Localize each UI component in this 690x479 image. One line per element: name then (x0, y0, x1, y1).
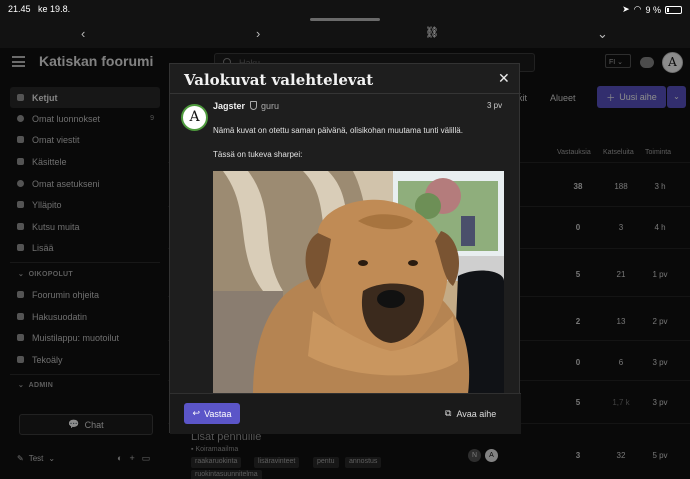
post-user-group[interactable]: guru (261, 101, 279, 111)
status-time: 21.45 (8, 4, 31, 14)
back-icon[interactable]: ‹ (81, 26, 85, 41)
modal-divider (170, 93, 521, 94)
reply-icon: ↩ (192, 408, 201, 418)
status-bar: 21.45 ke 19.8. ➤ ◠ 9 % (0, 0, 690, 18)
browser-bar: ‹ › ⛓ ⌄ (0, 22, 690, 48)
post-username[interactable]: Jagster (213, 101, 245, 111)
avatar[interactable]: A (181, 104, 208, 131)
post-date[interactable]: 3 pv (487, 101, 502, 110)
link-icon[interactable]: ⛓ (425, 26, 439, 39)
dog-photo-illustration (213, 171, 504, 394)
status-date: ke 19.8. (38, 4, 71, 14)
post-paragraph: Tässä on tukeva sharpei: (213, 150, 303, 159)
open-topic-link[interactable]: ⧉ Avaa aihe (445, 408, 496, 419)
battery-icon (665, 5, 682, 14)
location-icon: ➤ (622, 4, 630, 14)
modal-title: Valokuvat valehtelevat (184, 71, 374, 89)
modal-footer: ↩ Vastaa ⧉ Avaa aihe (170, 393, 521, 434)
dog-photo[interactable] (213, 171, 504, 394)
topic-preview-modal: Valokuvat valehtelevat ✕ A Jagster guru … (169, 63, 521, 434)
wifi-icon: ◠ (633, 4, 642, 14)
external-link-icon: ⧉ (445, 408, 452, 418)
reply-button[interactable]: ↩ Vastaa (184, 403, 240, 424)
post-paragraph: Nämä kuvat on otettu saman päivänä, olis… (213, 126, 463, 135)
shield-icon (250, 101, 257, 110)
close-icon[interactable]: ✕ (498, 70, 510, 87)
multitask-grabber[interactable] (310, 18, 380, 21)
battery-percent: 9 % (645, 4, 661, 15)
chevron-down-icon[interactable]: ⌄ (597, 26, 608, 42)
forward-icon[interactable]: › (256, 26, 260, 41)
